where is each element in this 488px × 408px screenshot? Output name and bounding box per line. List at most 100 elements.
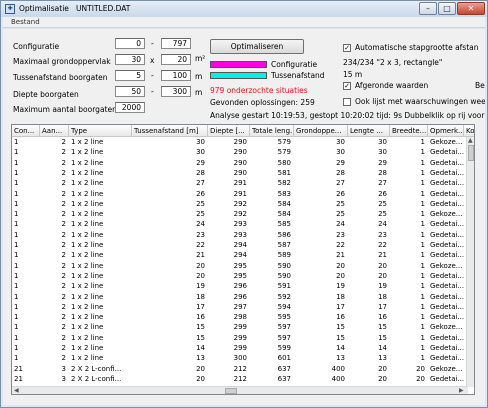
table-cell: 24	[336, 220, 345, 229]
table-row[interactable]: 21 3 2 X 2 L-confi... 20 212 637 400 20 20 Gedeta…	[12, 374, 470, 384]
column-header[interactable]: Grondoppe...	[294, 125, 348, 137]
minimize-button[interactable]: –	[419, 2, 437, 15]
column-header[interactable]: Diepte [...	[208, 125, 250, 137]
table-cell: 29	[336, 158, 345, 167]
table-row[interactable]: 121 x 2 line2029559020201Gedetai...0	[12, 271, 470, 281]
vertical-scroll-thumb[interactable]	[468, 145, 474, 161]
legend-tussenafstand: Tussenafstand	[271, 71, 325, 80]
scroll-left-icon[interactable]: ◀	[14, 387, 19, 394]
table-cell: 1 x 2 line	[71, 220, 104, 229]
scroll-up-icon[interactable]: ▲	[468, 137, 473, 145]
table-cell: 25	[378, 210, 387, 219]
column-header[interactable]: Tussenafstand [m]	[132, 125, 208, 137]
diepte-from-input[interactable]: 50	[115, 86, 145, 97]
diepte-to-input[interactable]: 300	[161, 86, 191, 97]
table-row[interactable]: 121 x 2 line2129458921211Gedetai...0	[12, 251, 470, 260]
table-row[interactable]: 121 x 2 line3029057930301Gekoze...0	[12, 138, 470, 147]
vertical-scrollbar[interactable]: ▲	[466, 137, 474, 387]
title-bar: ✚ Optimalisatie UNTITLED.DAT – □ ✕	[1, 1, 487, 17]
table-row[interactable]: 121 x 2 line1829659218181Gedetai...0	[12, 292, 470, 302]
menu-bar: Bestand	[3, 17, 485, 28]
column-header[interactable]: Opmerk...	[428, 125, 464, 137]
table-cell: Gedetai...	[430, 282, 464, 291]
results-table[interactable]: Con... Aan... Type Tussenafstand [m] Diepte …	[11, 124, 475, 395]
tussen-from-input[interactable]: 5	[115, 70, 145, 81]
table-header: Con... Aan... Type Tussenafstand [m] Diepte …	[12, 125, 474, 137]
auto-checkbox[interactable]: ✓	[343, 44, 351, 52]
ook-checkbox[interactable]	[343, 98, 351, 106]
table-row[interactable]: 121 x 2 line2629158326261Gedetai...0	[12, 189, 470, 199]
menu-bestand[interactable]: Bestand	[11, 18, 40, 26]
table-row[interactable]: 121 x 2 line1529959715151Gekoze...0	[12, 323, 470, 332]
table-row[interactable]: 121 x 2 line2229458722221Gedetai...0	[12, 241, 470, 250]
table-row[interactable]: 121 x 2 line1629859516161Gedetai...0	[12, 313, 470, 322]
column-header[interactable]: Lengte ...	[348, 125, 390, 137]
configuratie-to-input[interactable]: 797	[161, 38, 191, 49]
table-cell: Gedetai...	[430, 302, 464, 311]
table-cell: 15	[196, 323, 205, 332]
column-header[interactable]: Con...	[12, 125, 40, 137]
table-cell: 25	[336, 210, 345, 219]
table-row[interactable]: 121 x 2 line2529258425251Gekoze...0	[12, 210, 470, 219]
column-header[interactable]: Type	[69, 125, 132, 137]
table-cell: 2	[61, 210, 66, 219]
table-row[interactable]: 121 x 2 line2929058029291Gedetai...0	[12, 158, 470, 168]
table-cell: 400	[331, 374, 345, 383]
table-row[interactable]: 121 x 2 line2729158227271Gedetai...0	[12, 179, 470, 188]
table-row[interactable]: 121 x 2 line1729759417171Gedetai...0	[12, 302, 470, 312]
auto-label: Automatische stapgrootte afstan	[355, 43, 479, 52]
table-cell: 291	[233, 189, 247, 198]
configuratie-from-input[interactable]: 0	[115, 38, 145, 49]
table-row[interactable]: 121 x 2 line1429959914141Gedetai...0	[12, 344, 470, 353]
scroll-right-icon[interactable]: ▶	[459, 387, 464, 394]
table-cell: 2	[61, 344, 66, 352]
table-row[interactable]: 121 x 2 line1529959715151Gedetai...0	[12, 333, 470, 343]
table-cell: 30	[378, 138, 387, 146]
table-cell: 1	[14, 292, 19, 301]
table-cell: 1 x 2 line	[71, 271, 104, 280]
table-row[interactable]: 121 x 2 line2529258425251Gedetai...0	[12, 200, 470, 209]
column-header[interactable]: Kos	[464, 125, 474, 137]
maxopp-width-input[interactable]: 30	[115, 54, 145, 65]
table-row[interactable]: 121 x 2 line1929659119191Gedetai...0	[12, 282, 470, 291]
table-cell: 20	[196, 271, 205, 280]
table-cell: 2	[61, 282, 66, 291]
diepte-unit: m	[195, 88, 203, 97]
horizontal-scroll-thumb[interactable]	[225, 388, 237, 394]
table-cell: 15	[378, 333, 387, 342]
table-cell: 1 x 2 line	[71, 261, 104, 270]
column-header[interactable]: Aan...	[40, 125, 69, 137]
table-row[interactable]: 121 x 2 line3029057930301Gedetai...0	[12, 148, 470, 157]
table-cell: 1	[420, 251, 425, 260]
table-cell: 23	[378, 230, 387, 239]
table-cell: 212	[233, 374, 247, 383]
table-row[interactable]: 21 3 2 X 2 L-confi... 20 212 637 400 20 20 Gekoze…	[12, 365, 470, 374]
tussen-to-input[interactable]: 100	[161, 70, 191, 81]
app-window: ✚ Optimalisatie UNTITLED.DAT – □ ✕ Besta…	[0, 0, 488, 408]
table-cell: 587	[277, 241, 291, 249]
maxaantal-input[interactable]: 2000	[115, 102, 145, 113]
table-cell: 637	[277, 374, 291, 383]
table-cell: 1	[420, 158, 425, 167]
diepte-label: Diepte boorgaten	[13, 90, 79, 99]
table-row[interactable]: 121 x 2 line1330060113131Gedetai...0	[12, 354, 470, 363]
column-header[interactable]: Breedte...	[390, 125, 428, 137]
table-row[interactable]: 121 x 2 line2329358623231Gedetai...0	[12, 230, 470, 240]
table-cell: Gedetai...	[430, 158, 464, 167]
table-cell: 22	[336, 241, 345, 249]
table-cell: 295	[233, 271, 247, 280]
horizontal-scrollbar[interactable]: ◀ ▶	[12, 386, 468, 394]
table-cell: 1	[420, 148, 425, 157]
table-cell: 2	[61, 292, 66, 301]
table-row[interactable]: 121 x 2 line2029559020201Gekoze...0	[12, 261, 470, 271]
column-header[interactable]: Totale leng...	[250, 125, 294, 137]
maxopp-height-input[interactable]: 20	[161, 54, 191, 65]
afgeronde-checkbox[interactable]: ✓	[343, 82, 351, 90]
table-cell: 28	[196, 168, 205, 177]
close-button[interactable]: ✕	[457, 2, 485, 15]
maximize-button[interactable]: □	[438, 2, 456, 15]
optimaliseren-button[interactable]: Optimaliseren	[210, 39, 304, 54]
table-cell: 1 x 2 line	[71, 313, 104, 322]
table-row[interactable]: 121 x 2 line2829058128281Gedetai...0	[12, 168, 470, 178]
table-row[interactable]: 121 x 2 line2429358524241Gedetai...0	[12, 220, 470, 229]
